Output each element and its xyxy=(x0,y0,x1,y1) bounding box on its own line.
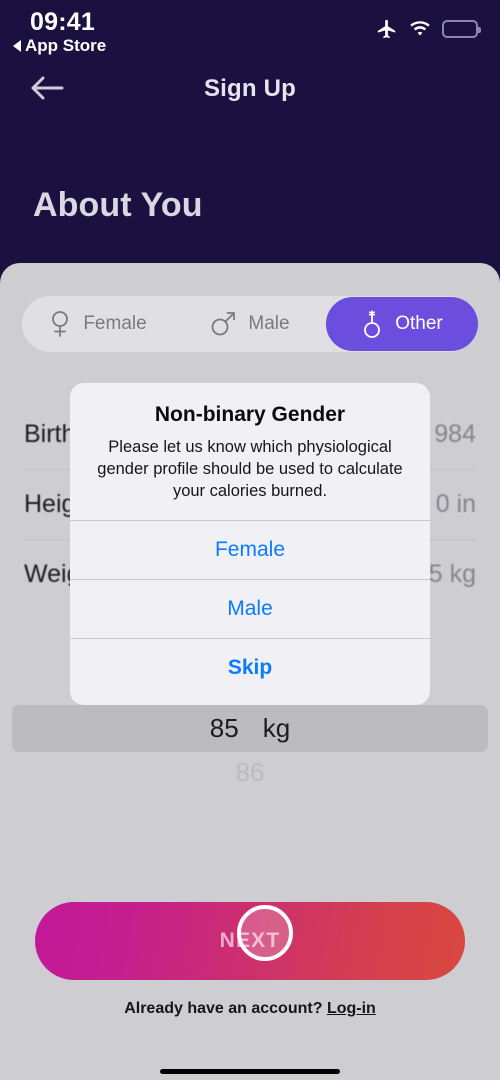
app-header: 09:41 App Store Sign Up About You xyxy=(0,0,500,275)
touch-indicator xyxy=(237,905,293,961)
navigation-bar: Sign Up xyxy=(0,62,500,117)
form-row-value: 0 in xyxy=(435,489,476,518)
status-bar-back-to-app[interactable]: App Store xyxy=(13,36,106,56)
home-indicator xyxy=(160,1069,340,1074)
segment-option-other[interactable]: Other xyxy=(326,297,478,351)
status-bar-indicators xyxy=(376,18,481,40)
alert-button-male[interactable]: Male xyxy=(70,579,430,638)
status-bar-time: 09:41 xyxy=(30,8,95,36)
form-row-label: Birth xyxy=(24,419,76,448)
login-link[interactable]: Log-in xyxy=(327,1000,376,1017)
picker-unit: kg xyxy=(262,713,291,743)
segment-label-male: Male xyxy=(248,313,290,334)
form-row-value: 5 kg xyxy=(428,559,476,588)
picker-selected-row: 85 kg xyxy=(0,705,500,752)
login-prompt: Already have an account? Log-in xyxy=(0,1000,500,1018)
alert-title: Non-binary Gender xyxy=(154,403,346,426)
form-row-value: 984 xyxy=(434,419,476,448)
form-row-label: Heig xyxy=(24,489,76,518)
triangle-left-icon xyxy=(13,40,21,52)
segment-option-female[interactable]: Female xyxy=(22,297,174,351)
segment-option-male[interactable]: Male xyxy=(174,297,326,351)
gender-segmented-control[interactable]: Female Male Other xyxy=(22,296,478,352)
airplane-mode-icon xyxy=(376,18,398,40)
male-symbol-icon xyxy=(210,311,236,337)
segment-label-other: Other xyxy=(395,313,443,334)
picker-next-value: 86 xyxy=(235,757,265,787)
female-symbol-icon xyxy=(49,310,71,338)
non-binary-symbol-icon xyxy=(361,309,383,339)
non-binary-gender-alert: Non-binary Gender Please let us know whi… xyxy=(70,383,430,705)
alert-button-female[interactable]: Female xyxy=(70,520,430,579)
wifi-icon xyxy=(409,20,431,38)
picker-selected-value: 85 xyxy=(209,713,239,743)
login-prompt-text: Already have an account? xyxy=(124,1000,323,1017)
alert-header: Non-binary Gender Please let us know whi… xyxy=(70,383,430,520)
segment-label-female: Female xyxy=(83,313,147,334)
alert-button-skip[interactable]: Skip xyxy=(70,638,430,697)
battery-low-power-icon xyxy=(442,20,481,38)
alert-message: Please let us know which physiological g… xyxy=(97,438,403,500)
page-title: Sign Up xyxy=(203,75,297,102)
status-bar-back-label: App Store xyxy=(25,36,107,55)
weight-picker[interactable]: 85 kg 86 xyxy=(0,705,500,825)
section-heading: About You xyxy=(33,186,203,224)
status-bar: 09:41 App Store xyxy=(0,0,500,58)
